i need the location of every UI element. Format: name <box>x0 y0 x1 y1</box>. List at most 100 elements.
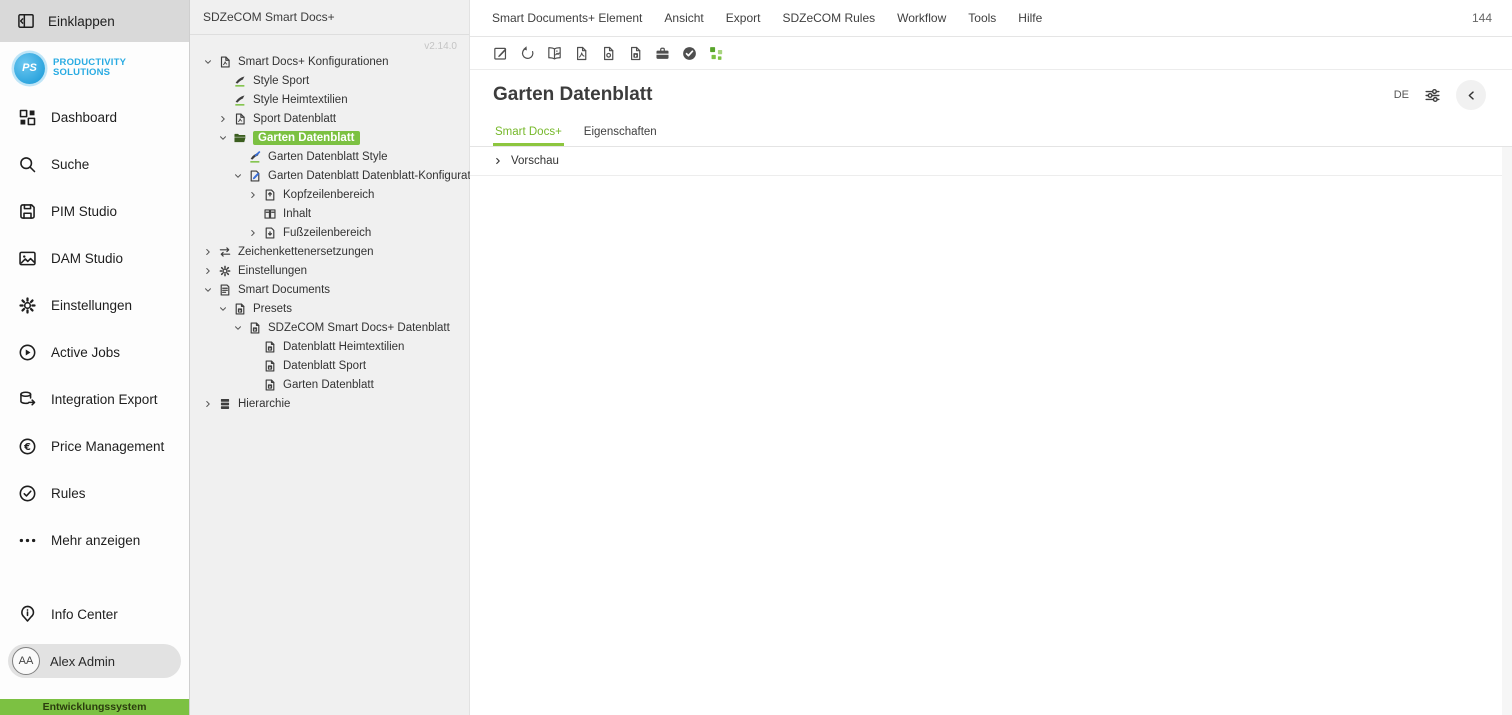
toolbar-doc-play-icon[interactable] <box>627 45 644 62</box>
chevron-down-icon[interactable] <box>218 128 233 147</box>
sidebar-item-label: Mehr anzeigen <box>51 533 140 548</box>
tree-node-label: SDZeCOM Smart Docs+ Datenblatt <box>268 322 450 334</box>
tree-node-garten-datenblatt[interactable]: Garten Datenblatt <box>190 128 469 147</box>
tree-node-sport-datenblatt[interactable]: Sport Datenblatt <box>190 109 469 128</box>
check-circle-icon <box>17 483 38 504</box>
toolbar-book-image-icon[interactable] <box>546 45 563 62</box>
tree-node-label: Presets <box>253 303 292 315</box>
tab-eigenschaften[interactable]: Eigenschaften <box>582 120 659 146</box>
sidebar-item-dam-studio[interactable]: DAM Studio <box>0 235 189 282</box>
section-vorschau[interactable]: Vorschau <box>470 147 1512 176</box>
db-export-icon <box>17 389 38 410</box>
tree-node-label: Garten Datenblatt <box>253 131 360 145</box>
sidebar-item-mehr-anzeigen[interactable]: Mehr anzeigen <box>0 517 189 564</box>
sidebar-item-active-jobs[interactable]: Active Jobs <box>0 329 189 376</box>
tab-smart-docs[interactable]: Smart Docs+ <box>493 120 564 146</box>
tree-node-garten-datenblatt[interactable]: Garten Datenblatt <box>190 375 469 394</box>
sidebar-item-pim-studio[interactable]: PIM Studio <box>0 188 189 235</box>
tree-expand-spacer <box>218 90 233 109</box>
tree-expand-spacer <box>248 356 263 375</box>
menu-ansicht[interactable]: Ansicht <box>664 11 703 25</box>
chevron-down-icon[interactable] <box>233 166 248 185</box>
tree-node-einstellungen[interactable]: Einstellungen <box>190 261 469 280</box>
tree-node-label: Hierarchie <box>238 398 290 410</box>
menu-hilfe[interactable]: Hilfe <box>1018 11 1042 25</box>
doc-lines-icon <box>218 283 232 297</box>
tree-node-datenblatt-sport[interactable]: Datenblatt Sport <box>190 356 469 375</box>
sidebar-item-einstellungen[interactable]: Einstellungen <box>0 282 189 329</box>
section-label: Vorschau <box>511 155 559 167</box>
tree-node-smart-documents[interactable]: Smart Documents <box>190 280 469 299</box>
collapse-label: Einklappen <box>48 14 115 29</box>
chevron-down-icon[interactable] <box>203 280 218 299</box>
sidebar-item-integration-export[interactable]: Integration Export <box>0 376 189 423</box>
toolbar-undo-icon[interactable] <box>519 45 536 62</box>
tree-node-label: Einstellungen <box>238 265 307 277</box>
tree-node-label: Smart Docs+ Konfigurationen <box>238 56 389 68</box>
toolbar-check-filled-icon[interactable] <box>681 45 698 62</box>
sidebar-item-label: Info Center <box>51 607 118 622</box>
tree-node-zeichenkettenersetzungen[interactable]: Zeichenkettenersetzungen <box>190 242 469 261</box>
tree-node-smart-docs-konfigurationen[interactable]: Smart Docs+ Konfigurationen <box>190 52 469 71</box>
toolbar-structure-green-icon[interactable] <box>708 45 725 62</box>
menu-export[interactable]: Export <box>726 11 761 25</box>
style-brush-icon <box>233 74 247 88</box>
tree-node-label: Garten Datenblatt Datenblatt-Konfigurati… <box>268 170 486 182</box>
chevron-right-icon[interactable] <box>203 394 218 413</box>
page-header: Garten Datenblatt DE <box>470 70 1512 120</box>
book-open-icon <box>263 207 277 221</box>
sidebar-item-label: Price Management <box>51 439 164 454</box>
tree-node-inhalt[interactable]: Inhalt <box>190 204 469 223</box>
tree-node-garten-datenblatt-style[interactable]: Garten Datenblatt Style <box>190 147 469 166</box>
user-menu[interactable]: AA Alex Admin <box>8 644 181 678</box>
tree-node-datenblatt-heimtextilien[interactable]: Datenblatt Heimtextilien <box>190 337 469 356</box>
chevron-down-icon[interactable] <box>218 299 233 318</box>
toolbar-briefcase-icon[interactable] <box>654 45 671 62</box>
search-icon <box>17 154 38 175</box>
tree-node-garten-datenblatt-datenblatt-konfiguration[interactable]: Garten Datenblatt Datenblatt-Konfigurati… <box>190 166 469 185</box>
tree-node-fu-zeilenbereich[interactable]: Fußzeilenbereich <box>190 223 469 242</box>
chevron-right-icon[interactable] <box>248 185 263 204</box>
tree-node-label: Zeichenkettenersetzungen <box>238 246 374 258</box>
doc-pdf-icon <box>233 112 247 126</box>
main-content: Smart Documents+ Element Ansicht Export SDZ… <box>470 0 1512 715</box>
sliders-icon[interactable] <box>1423 86 1442 105</box>
language-selector[interactable]: DE <box>1394 89 1409 101</box>
sidebar-item-dashboard[interactable]: Dashboard <box>0 94 189 141</box>
tree-expand-spacer <box>233 147 248 166</box>
tree-node-style-heimtextilien[interactable]: Style Heimtextilien <box>190 90 469 109</box>
collapse-panel-icon <box>16 11 36 31</box>
sidebar-item-info-center[interactable]: Info Center <box>0 591 189 638</box>
menu-smart-documents-element[interactable]: Smart Documents+ Element <box>492 11 642 25</box>
sidebar-item-rules[interactable]: Rules <box>0 470 189 517</box>
menu-workflow[interactable]: Workflow <box>897 11 946 25</box>
menu-tools[interactable]: Tools <box>968 11 996 25</box>
chevron-right-icon[interactable] <box>218 109 233 128</box>
toolbar-pdf-icon[interactable] <box>573 45 590 62</box>
version-label: v2.14.0 <box>424 41 457 52</box>
menu-sdzecom-rules[interactable]: SDZeCOM Rules <box>782 11 875 25</box>
chevron-right-icon[interactable] <box>248 223 263 242</box>
sidebar-item-suche[interactable]: Suche <box>0 141 189 188</box>
tree-node-presets[interactable]: Presets <box>190 299 469 318</box>
ellipsis-icon <box>17 530 38 551</box>
collapse-sidebar-button[interactable]: Einklappen <box>0 0 189 42</box>
chevron-right-icon[interactable] <box>203 242 218 261</box>
avatar: AA <box>12 647 40 675</box>
user-name: Alex Admin <box>50 654 115 669</box>
scrollbar[interactable] <box>1502 147 1512 715</box>
toolbar-doc-circle-icon[interactable] <box>600 45 617 62</box>
toolbar-edit-square-icon[interactable] <box>492 45 509 62</box>
chevron-right-icon[interactable] <box>203 261 218 280</box>
tree-node-style-sport[interactable]: Style Sport <box>190 71 469 90</box>
chevron-down-icon[interactable] <box>203 52 218 71</box>
page-play-icon <box>263 359 277 373</box>
tree-expand-spacer <box>218 71 233 90</box>
chevron-down-icon[interactable] <box>233 318 248 337</box>
sidebar-item-price-management[interactable]: €Price Management <box>0 423 189 470</box>
collapse-panel-right-button[interactable] <box>1456 80 1486 110</box>
tree-node-hierarchie[interactable]: Hierarchie <box>190 394 469 413</box>
tree-node-sdzecom-smart-docs-datenblatt[interactable]: SDZeCOM Smart Docs+ Datenblatt <box>190 318 469 337</box>
count-badge: 144 <box>1472 11 1492 25</box>
tree-node-kopfzeilenbereich[interactable]: Kopfzeilenbereich <box>190 185 469 204</box>
